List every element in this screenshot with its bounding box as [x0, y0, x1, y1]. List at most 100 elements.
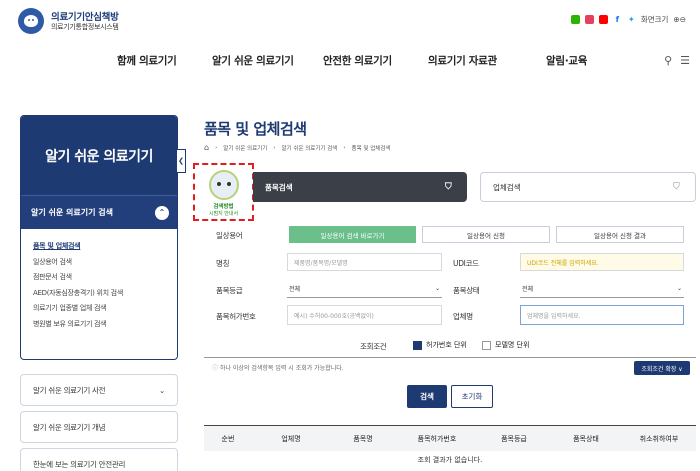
daily-term-result-button[interactable]: 일상용어 신청 결과	[556, 226, 684, 243]
table-header-cell: 품목상태	[573, 434, 599, 443]
nav-safe-devices[interactable]: 안전한 의료기기	[323, 53, 392, 68]
nav-easy-devices[interactable]: 알기 쉬운 의료기기	[212, 53, 294, 68]
sidebar-card-safety[interactable]: 한눈에 보는 의료기기 안전관리	[20, 448, 178, 471]
breadcrumb-item[interactable]: 알기 쉬운 의료기기	[223, 144, 267, 152]
sidebar-item-product-company-search[interactable]: 품목 및 업체검색	[33, 239, 167, 255]
condition-option-label: 모델명 단위	[495, 341, 530, 349]
name-label: 명칭	[216, 259, 230, 268]
sidebar-item-hospital-devices[interactable]: 병원별 보유 의료기기 검색	[33, 317, 167, 333]
table-header-cell: 순번	[221, 434, 235, 443]
permit-label: 품목허가번호	[216, 312, 256, 321]
home-icon[interactable]: ⌂	[204, 143, 209, 152]
status-value: 전체	[522, 286, 534, 293]
udi-label: UDI코드	[453, 259, 479, 268]
font-size-controls[interactable]: ⊕⊖	[673, 15, 686, 24]
search-doc-icon: ⛉	[445, 182, 452, 192]
results-table-header: 순번 업체명 품목명 품목허가번호 품목등급 품목상태 취소취하여부	[204, 425, 696, 451]
sidebar-card-label: 알기 쉬운 의료기기 사전	[33, 385, 106, 395]
font-size-label: 화면크기	[640, 14, 669, 24]
breadcrumb: ⌂ › 알기 쉬운 의료기기 › 알기 쉬운 의료기기 검색 › 품목 및 업체…	[204, 143, 390, 152]
grade-label: 품목등급	[216, 286, 243, 295]
breadcrumb-sep: ›	[273, 144, 276, 151]
search-doc-icon: ⛉	[673, 182, 680, 192]
mascot-label-2: 시범지 안내서	[208, 211, 239, 217]
table-header-cell: 업체명	[281, 434, 301, 443]
chat-icon[interactable]	[570, 14, 580, 24]
tab-label: 업체검색	[493, 182, 521, 192]
info-icon: ⓘ	[212, 365, 219, 372]
site-logo[interactable]	[18, 8, 44, 34]
condition-option-label: 허가번호 단위	[426, 341, 467, 349]
sidebar-card-dictionary[interactable]: 알기 쉬운 의료기기 사전 ⌄	[20, 374, 178, 406]
search-button[interactable]: 검색	[407, 385, 447, 408]
status-select[interactable]: 전체 ⌄	[520, 280, 684, 298]
breadcrumb-item[interactable]: 품목 및 업체검색	[352, 144, 391, 152]
search-note: ⓘ 하나 이상의 검색항목 입력 시 조회가 가능합니다.	[212, 363, 344, 372]
checkbox-unchecked[interactable]	[482, 340, 491, 350]
grade-value: 전체	[289, 286, 301, 293]
twitter-icon[interactable]: ✦	[626, 14, 636, 24]
breadcrumb-sep: ›	[343, 144, 346, 151]
sidebar-item-daily-term-search[interactable]: 일상용어 검색	[33, 255, 167, 271]
condition-option-model[interactable]: 모델명 단위	[482, 340, 529, 350]
sidebar-item-aed-location[interactable]: AED(자동심장충격기) 위치 검색	[33, 286, 167, 302]
breadcrumb-sep: ›	[215, 144, 218, 151]
name-input[interactable]: 제품명/품목명/모델명	[287, 253, 442, 271]
status-label: 품목상태	[453, 286, 480, 295]
youtube-icon[interactable]	[598, 14, 608, 24]
sidebar-card-label: 한눈에 보는 의료기기 안전관리	[33, 459, 126, 469]
facebook-icon[interactable]: f	[612, 14, 622, 24]
table-header-cell: 취소취하여부	[639, 434, 679, 443]
permit-input[interactable]: 예시) 수허00-000호(공백없이)	[287, 305, 442, 325]
condition-option-permit[interactable]: 허가번호 단위	[413, 340, 467, 350]
search-guide-mascot[interactable]: 검색방법 시범지 안내서	[193, 163, 254, 221]
logo-subtitle: 의료기기통합정보시스템	[51, 23, 119, 31]
sidebar-card-label: 알기 쉬운 의료기기 개념	[33, 422, 106, 432]
mascot-face-icon	[24, 15, 38, 27]
chevron-down-icon: ⌄	[159, 385, 165, 395]
grade-select[interactable]: 전체 ⌄	[287, 280, 442, 298]
mascot-label-1: 검색방법	[213, 204, 234, 210]
sidebar-item-document-search[interactable]: 점판문서 검색	[33, 270, 167, 286]
reset-button[interactable]: 초기화	[451, 385, 493, 408]
daily-term-apply-button[interactable]: 일상용어 신청	[422, 226, 550, 243]
breadcrumb-item[interactable]: 알기 쉬운 의료기기 검색	[281, 144, 337, 152]
company-input[interactable]: 업체명을 입력하세요.	[520, 305, 684, 325]
sidebar-item-business-type[interactable]: 의료기기 업종별 업체 검색	[33, 301, 167, 317]
tab-label: 품목검색	[265, 182, 293, 192]
checkbox-checked[interactable]	[413, 340, 422, 350]
search-icon[interactable]: ⚲	[664, 54, 672, 67]
chevron-down-icon: ⌄	[676, 285, 682, 292]
sidebar-card-concept[interactable]: 알기 쉬운 의료기기 개념	[20, 411, 178, 443]
udi-input[interactable]: UDI코드 전체를 입력하세요.	[520, 253, 684, 271]
instagram-icon[interactable]	[584, 14, 594, 24]
chevron-down-icon: ⌄	[434, 285, 440, 292]
table-header-cell: 품목등급	[501, 434, 527, 443]
sidebar-collapse-toggle[interactable]: ❮	[176, 149, 186, 173]
empty-result-message: 조회 결과가 없습니다.	[417, 456, 483, 464]
nav-archive[interactable]: 의료기기 자료관	[428, 53, 497, 68]
company-label: 업체명	[453, 312, 473, 321]
tab-company-search[interactable]: 업체검색 ⛉	[480, 172, 696, 202]
sidebar-title: 알기 쉬운 의료기기	[21, 116, 177, 195]
daily-term-search-button[interactable]: 일상용어 검색 바로가기	[289, 226, 416, 243]
divider	[204, 357, 696, 358]
nav-notice-education[interactable]: 알림·교육	[546, 53, 587, 68]
nav-together[interactable]: 함께 의료기기	[117, 53, 177, 68]
sidebar-submenu-title: 알기 쉬운 의료기기 검색	[31, 208, 113, 217]
logo-title[interactable]: 의료기기안심책방	[51, 9, 119, 23]
page-title: 품목 및 업체검색	[204, 120, 307, 138]
condition-label: 조회조건	[360, 342, 387, 351]
table-header-cell: 품목명	[353, 434, 373, 443]
nav-icons: ⚲ ☰	[664, 54, 690, 67]
search-note-text: 하나 이상의 검색항목 입력 시 조회가 가능합니다.	[219, 365, 344, 372]
sidebar-list: 품목 및 업체검색 일상용어 검색 점판문서 검색 AED(자동심장충격기) 위…	[21, 229, 177, 332]
chevron-up-icon[interactable]: ⌃	[155, 205, 169, 220]
sidebar: 알기 쉬운 의료기기 알기 쉬운 의료기기 검색 ⌃ 품목 및 업체검색 일상용…	[20, 115, 178, 360]
daily-term-label: 일상용어	[216, 231, 243, 240]
condition-expand-button[interactable]: 조회조건 확장 ∨	[634, 361, 690, 375]
menu-icon[interactable]: ☰	[680, 54, 690, 67]
sns-bar: f ✦ 화면크기 ⊕⊖	[570, 14, 686, 24]
sidebar-submenu-header[interactable]: 알기 쉬운 의료기기 검색 ⌃	[21, 195, 177, 229]
tab-product-search[interactable]: 품목검색 ⛉	[253, 172, 467, 202]
